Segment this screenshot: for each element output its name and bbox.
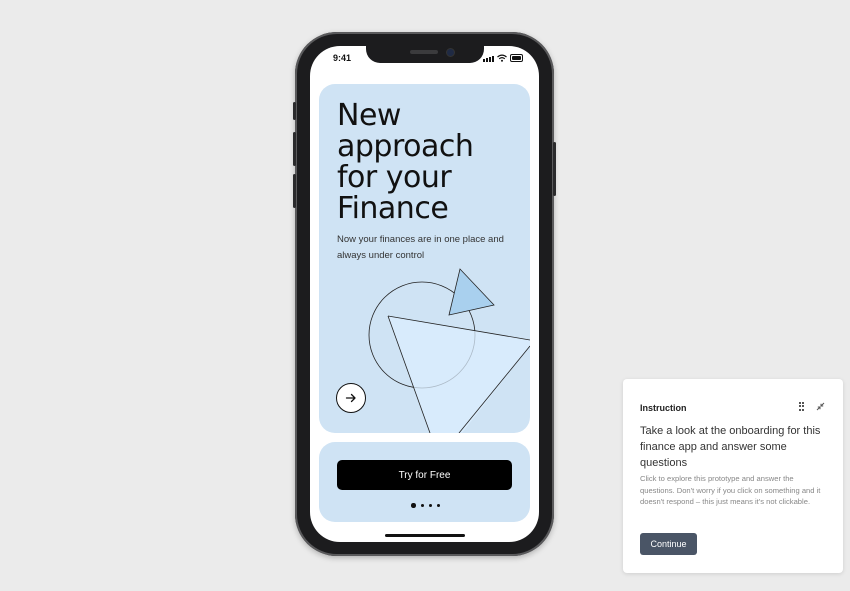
try-for-free-button[interactable]: Try for Free [337,460,512,490]
battery-icon [510,54,523,62]
notch [366,46,484,63]
continue-button[interactable]: Continue [640,533,697,555]
panel-title: Instruction [640,403,687,413]
status-icons [483,54,523,62]
page-dot [420,503,424,507]
mute-switch [293,102,296,120]
camera [446,48,455,57]
panel-heading: Take a look at the onboarding for this f… [640,425,821,469]
cta-card: Try for Free [319,442,530,522]
home-indicator[interactable] [385,534,465,537]
phone-frame: 9:41 New approach for your Finance Now y… [293,32,556,556]
page-indicator [411,503,440,508]
drag-handle-icon[interactable] [799,402,804,411]
speaker [410,50,438,54]
page-dot-active [411,503,416,508]
signal-icon [483,56,494,62]
next-button[interactable] [336,383,366,413]
volume-up-button [293,132,296,166]
panel-body: Click to explore this prototype and answ… [640,474,821,506]
geometric-illustration [368,268,530,433]
collapse-icon[interactable] [816,402,825,411]
status-time: 9:41 [333,53,352,63]
power-button [553,142,556,196]
instruction-panel: Instruction Take a look at the onboardin… [623,379,843,573]
phone-screen: 9:41 New approach for your Finance Now y… [310,46,539,542]
volume-down-button [293,174,296,208]
arrow-right-icon [345,393,356,403]
page-dot [428,503,432,507]
small-triangle [448,268,495,316]
panel-controls [799,402,825,411]
hero-card: New approach for your Finance Now your f… [319,84,530,433]
wifi-icon [497,54,507,62]
page-dot [436,503,440,507]
